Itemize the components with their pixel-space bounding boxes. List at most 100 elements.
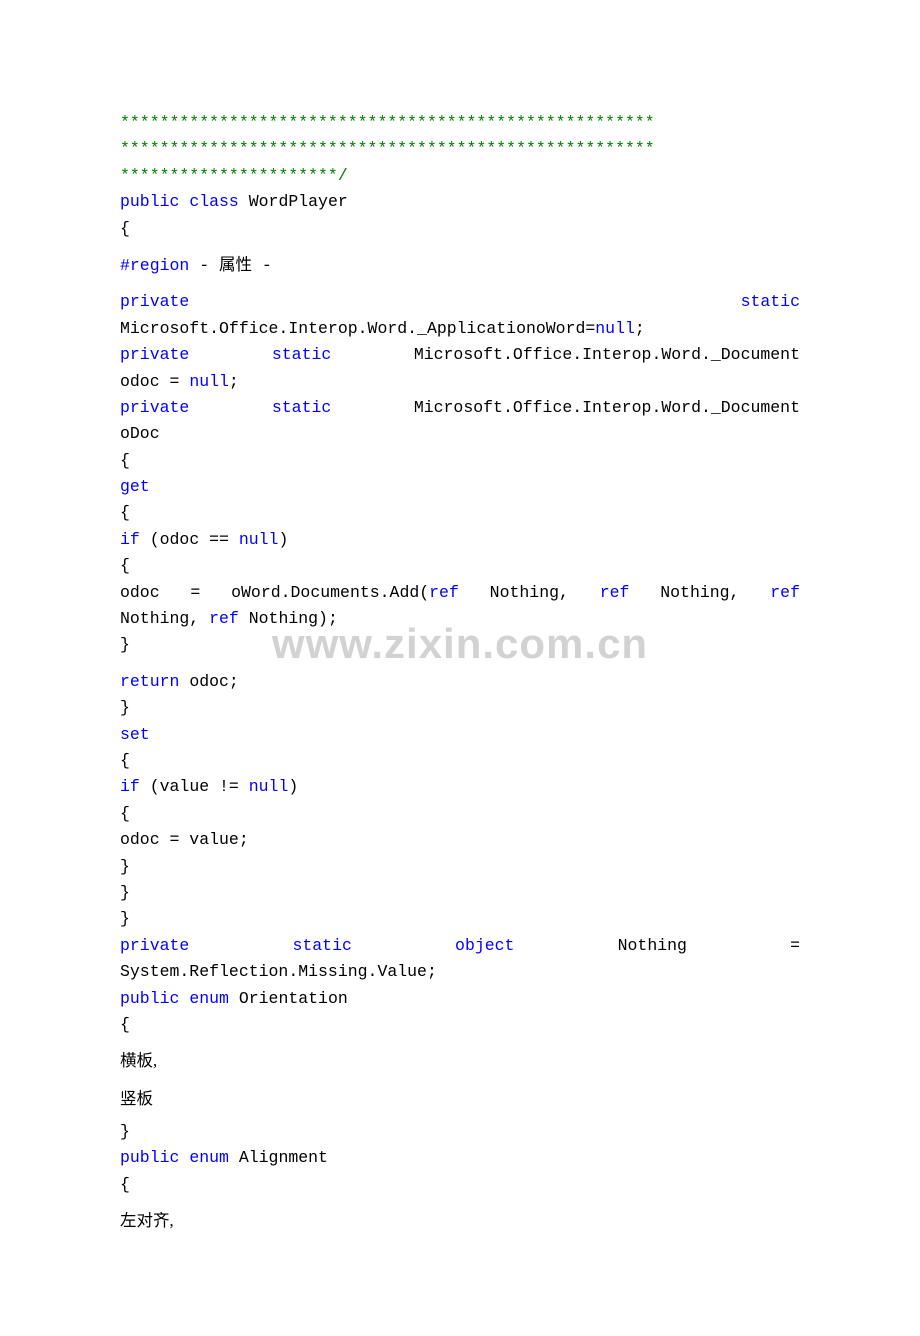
code-line: private static object Nothing = (120, 933, 800, 959)
code-line: 左对齐, (120, 1208, 800, 1235)
code-line: **********************/ (120, 163, 800, 189)
keyword-get: get (120, 477, 150, 496)
code-line: private static (120, 289, 800, 315)
code-line: { (120, 553, 800, 579)
identifier: Nothing (618, 936, 687, 955)
code-line: } (120, 632, 800, 658)
code-line: return odoc; (120, 669, 800, 695)
identifier: WordPlayer (239, 192, 348, 211)
space (179, 1148, 189, 1167)
code-line: get (120, 474, 800, 500)
keyword-null: null (189, 372, 229, 391)
brace: } (120, 857, 130, 876)
code-line: set (120, 722, 800, 748)
identifier: Orientation (229, 989, 348, 1008)
code-line: { (120, 801, 800, 827)
expr: Nothing, (629, 583, 770, 602)
space (189, 345, 272, 364)
code-line: } (120, 880, 800, 906)
comment-text: ****************************************… (120, 139, 655, 158)
brace: } (120, 883, 130, 902)
keyword-private: private (120, 345, 189, 364)
brace: { (120, 219, 130, 238)
identifier: oDoc (120, 424, 160, 443)
keyword-private: private (120, 398, 189, 417)
keyword-ref: ref (429, 583, 459, 602)
expr: System.Reflection.Missing.Value; (120, 962, 437, 981)
code-line: private static Microsoft.Office.Interop.… (120, 342, 800, 368)
code-line: } (120, 695, 800, 721)
code-line: public enum Orientation (120, 986, 800, 1012)
cn-enum-value: 竖板 (120, 1089, 153, 1108)
brace: { (120, 1015, 130, 1034)
punct: ; (229, 372, 239, 391)
code-line: 竖板 (120, 1086, 800, 1113)
brace: } (120, 698, 130, 717)
keyword-set: set (120, 725, 150, 744)
space (189, 398, 272, 417)
code-line: { (120, 748, 800, 774)
identifier: odoc = (120, 372, 189, 391)
keyword-static: static (741, 292, 800, 311)
punct: = (790, 936, 800, 955)
space (179, 192, 189, 211)
expr: (odoc == (140, 530, 239, 549)
code-line: { (120, 500, 800, 526)
keyword-private: private (120, 936, 189, 955)
code-line: public enum Alignment (120, 1145, 800, 1171)
code-line: odoc = value; (120, 827, 800, 853)
expr: Nothing, (120, 609, 209, 628)
text: - (252, 256, 272, 275)
keyword-static: static (292, 936, 351, 955)
identifier: Microsoft.Office.Interop.Word._Document (331, 345, 800, 364)
code-line: oDoc (120, 421, 800, 447)
keyword-return: return (120, 672, 179, 691)
keyword-class: class (189, 192, 239, 211)
space (179, 989, 189, 1008)
code-line: if (odoc == null) (120, 527, 800, 553)
code-line: ****************************************… (120, 110, 800, 136)
code-line: odoc = oWord.Documents.Add(ref Nothing, … (120, 580, 800, 606)
brace: { (120, 556, 130, 575)
keyword-static: static (272, 398, 331, 417)
brace: { (120, 503, 130, 522)
expr: Nothing); (239, 609, 338, 628)
cn-text: 属性 (219, 255, 252, 274)
code-line: } (120, 906, 800, 932)
brace: { (120, 451, 130, 470)
brace: } (120, 635, 130, 654)
keyword-enum: enum (189, 989, 229, 1008)
keyword-ref: ref (209, 609, 239, 628)
code-line: { (120, 216, 800, 242)
comment-text: ****************************************… (120, 113, 655, 132)
stmt: odoc = value; (120, 830, 249, 849)
code-line: private static Microsoft.Office.Interop.… (120, 395, 800, 421)
keyword-ref: ref (600, 583, 630, 602)
code-line: Nothing, ref Nothing); (120, 606, 800, 632)
text: - (189, 256, 219, 275)
identifier: Microsoft.Office.Interop.Word._Applicati… (120, 319, 595, 338)
keyword-public: public (120, 192, 179, 211)
keyword-if: if (120, 530, 140, 549)
keyword-static: static (272, 345, 331, 364)
code-line: if (value != null) (120, 774, 800, 800)
code-line: Microsoft.Office.Interop.Word._Applicati… (120, 316, 800, 342)
expr: odoc; (179, 672, 238, 691)
code-line: System.Reflection.Missing.Value; (120, 959, 800, 985)
code-line: { (120, 1172, 800, 1198)
keyword-public: public (120, 1148, 179, 1167)
keyword-null: null (239, 530, 279, 549)
keyword-null: null (249, 777, 289, 796)
keyword-if: if (120, 777, 140, 796)
punct: ; (635, 319, 645, 338)
keyword-region: #region (120, 256, 189, 275)
brace: { (120, 751, 130, 770)
code-line: 横板, (120, 1048, 800, 1075)
expr: Nothing, (459, 583, 600, 602)
identifier: Microsoft.Office.Interop.Word._Document (331, 398, 800, 417)
punct: ) (288, 777, 298, 796)
brace: } (120, 909, 130, 928)
code-line: odoc = null; (120, 369, 800, 395)
code-line: { (120, 448, 800, 474)
cn-enum-value: 左对齐, (120, 1211, 174, 1230)
